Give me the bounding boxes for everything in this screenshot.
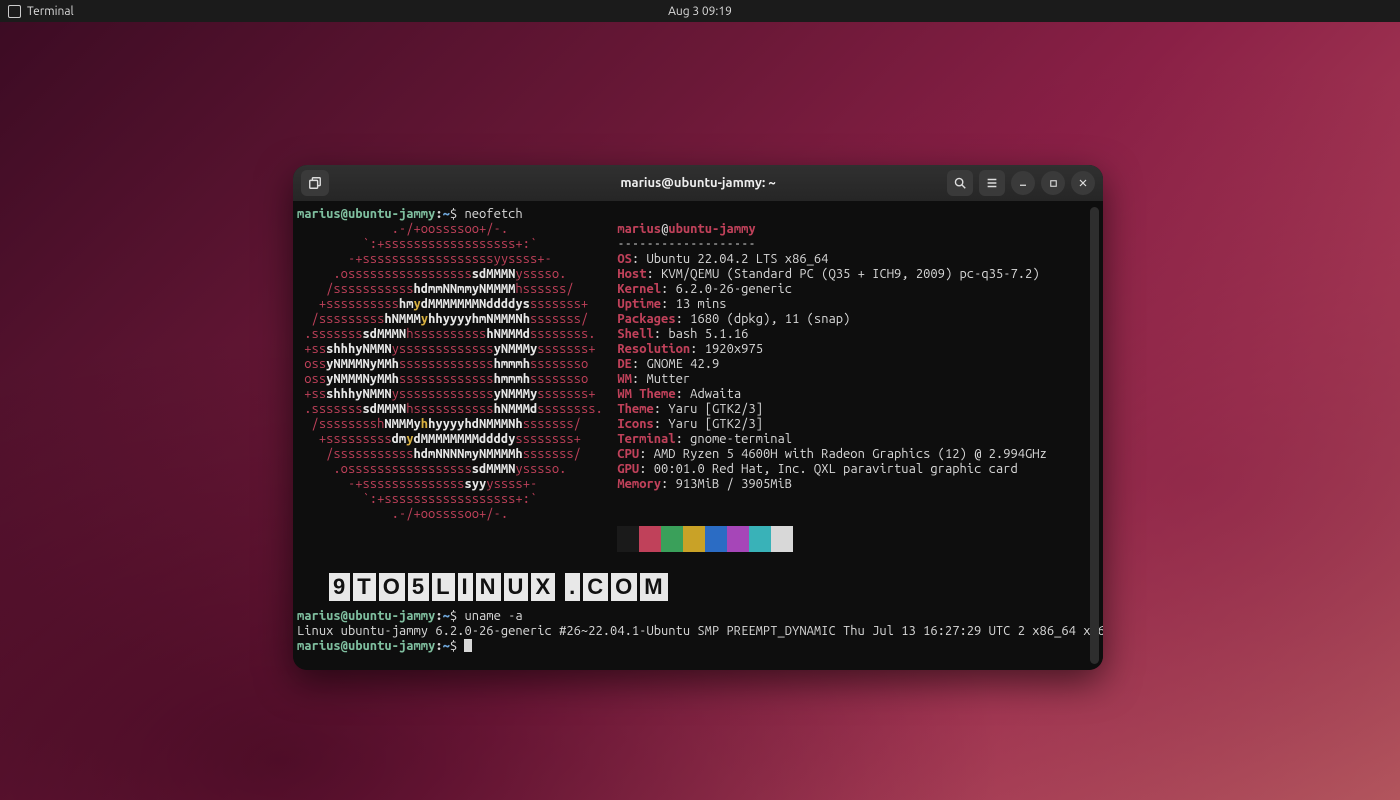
new-tab-button[interactable]: [301, 170, 329, 196]
new-tab-icon: [308, 176, 322, 190]
search-button[interactable]: [947, 170, 973, 196]
topbar-active-app[interactable]: Terminal: [0, 5, 74, 18]
gnome-top-bar: Terminal Aug 3 09:19: [0, 0, 1400, 22]
minimize-icon: [1017, 177, 1029, 189]
terminal-viewport[interactable]: marius@ubuntu-jammy:~$ neofetch .-/+ooss…: [293, 201, 1103, 670]
close-icon: [1077, 177, 1089, 189]
cursor: [464, 639, 472, 652]
scrollbar[interactable]: [1090, 207, 1099, 664]
minimize-button[interactable]: [1011, 171, 1035, 195]
color-swatches: [617, 526, 793, 552]
brand-watermark: 9TO5LINUX.COM: [329, 573, 671, 601]
topbar-app-label: Terminal: [27, 5, 74, 18]
close-button[interactable]: [1071, 171, 1095, 195]
terminal-indicator-icon: [8, 5, 21, 18]
hamburger-icon: [985, 176, 999, 190]
terminal-output: marius@ubuntu-jammy:~$ neofetch .-/+ooss…: [293, 207, 1103, 664]
menu-button[interactable]: [979, 170, 1005, 196]
search-icon: [953, 176, 967, 190]
maximize-icon: [1048, 178, 1059, 189]
window-titlebar[interactable]: marius@ubuntu-jammy: ~: [293, 165, 1103, 201]
terminal-window: marius@ubuntu-jammy: ~ marius@ubuntu-jam…: [293, 165, 1103, 670]
maximize-button[interactable]: [1041, 171, 1065, 195]
topbar-clock[interactable]: Aug 3 09:19: [0, 5, 1400, 18]
